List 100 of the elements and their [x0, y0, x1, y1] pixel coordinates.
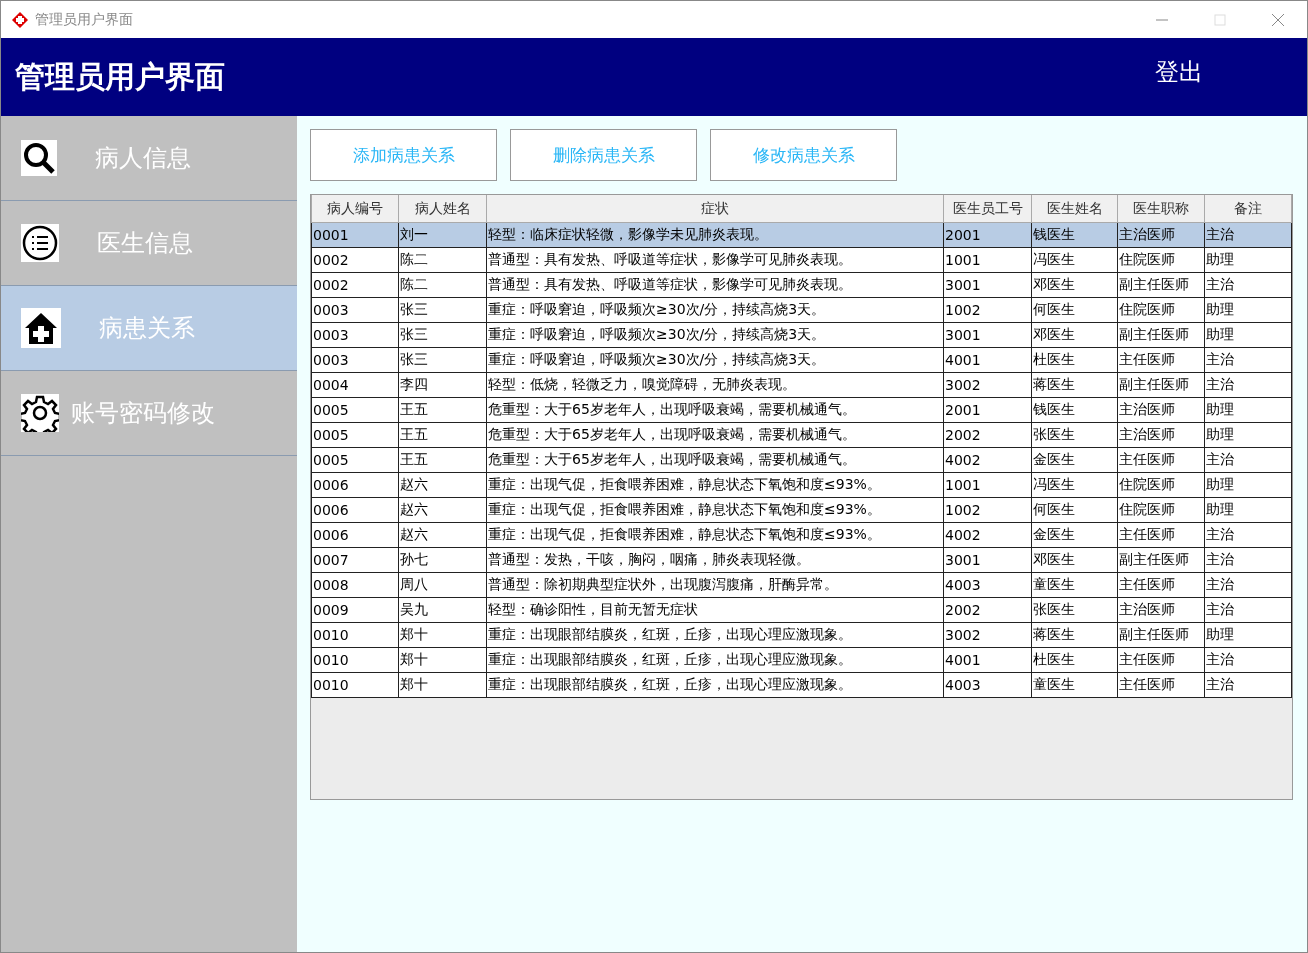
table-cell: 重症：呼吸窘迫，呼吸频次≥30次/分，持续高烧3天。: [486, 322, 944, 348]
table-cell: 重症：呼吸窘迫，呼吸频次≥30次/分，持续高烧3天。: [486, 297, 944, 323]
list-icon: [21, 224, 59, 262]
table-cell: 3001: [943, 547, 1032, 573]
table-cell: 李四: [398, 372, 487, 398]
table-cell: 主治: [1204, 647, 1292, 673]
table-cell: 重症：出现眼部结膜炎，红斑，丘疹，出现心理应激现象。: [486, 622, 944, 648]
table-cell: 金医生: [1031, 522, 1118, 548]
column-header[interactable]: 医生姓名: [1031, 195, 1118, 223]
table-cell: 吴九: [398, 597, 487, 623]
table-cell: 助理: [1204, 622, 1292, 648]
table-cell: 郑十: [398, 622, 487, 648]
table-cell: 赵六: [398, 522, 487, 548]
table-cell: 郑十: [398, 647, 487, 673]
table-cell: 张三: [398, 347, 487, 373]
table-cell: 0006: [311, 472, 399, 498]
table-cell: 何医生: [1031, 297, 1118, 323]
table-cell: 重症：出现气促，拒食喂养困难，静息状态下氧饱和度≤93%。: [486, 522, 944, 548]
table-cell: 主治: [1204, 222, 1292, 248]
table-cell: 轻型：低烧，轻微乏力，嗅觉障碍，无肺炎表现。: [486, 372, 944, 398]
page-title: 管理员用户界面: [15, 57, 225, 96]
table-cell: 0006: [311, 497, 399, 523]
table-cell: 主任医师: [1117, 672, 1205, 698]
table-cell: 0003: [311, 297, 399, 323]
table-cell: 3001: [943, 272, 1032, 298]
table-cell: 杜医生: [1031, 347, 1118, 373]
table-cell: 主任医师: [1117, 522, 1205, 548]
table-cell: 主治: [1204, 672, 1292, 698]
table-cell: 何医生: [1031, 497, 1118, 523]
table-cell: 钱医生: [1031, 222, 1118, 248]
table-cell: 助理: [1204, 472, 1292, 498]
table-cell: 普通型：具有发热、呼吸道等症状，影像学可见肺炎表现。: [486, 272, 944, 298]
table-cell: 童医生: [1031, 572, 1118, 598]
column-header[interactable]: 医生员工号: [943, 195, 1032, 223]
table-cell: 普通型：具有发热、呼吸道等症状，影像学可见肺炎表现。: [486, 247, 944, 273]
table-cell: 0007: [311, 547, 399, 573]
table-cell: 0003: [311, 347, 399, 373]
table-cell: 1001: [943, 247, 1032, 273]
table-cell: 主治医师: [1117, 597, 1205, 623]
table-cell: 主任医师: [1117, 572, 1205, 598]
table-cell: 钱医生: [1031, 397, 1118, 423]
table-cell: 住院医师: [1117, 497, 1205, 523]
table-cell: 陈二: [398, 272, 487, 298]
table-cell: 金医生: [1031, 447, 1118, 473]
table-cell: 4003: [943, 572, 1032, 598]
table-cell: 重症：出现眼部结膜炎，红斑，丘疹，出现心理应激现象。: [486, 672, 944, 698]
table-cell: 主治医师: [1117, 397, 1205, 423]
table-cell: 主治: [1204, 347, 1292, 373]
table-cell: 0005: [311, 447, 399, 473]
table-cell: 邓医生: [1031, 322, 1118, 348]
table-cell: 主任医师: [1117, 447, 1205, 473]
table-cell: 住院医师: [1117, 297, 1205, 323]
table-cell: 0010: [311, 672, 399, 698]
table-cell: 0002: [311, 247, 399, 273]
table-cell: 主任医师: [1117, 647, 1205, 673]
search-icon: [21, 140, 57, 176]
house-plus-icon: [21, 308, 61, 348]
column-header[interactable]: 病人编号: [311, 195, 399, 223]
table-cell: 张医生: [1031, 597, 1118, 623]
table-cell: 邓医生: [1031, 272, 1118, 298]
table-cell: 童医生: [1031, 672, 1118, 698]
table-cell: 0005: [311, 422, 399, 448]
table-cell: 主治: [1204, 447, 1292, 473]
table-cell: 住院医师: [1117, 247, 1205, 273]
table-cell: 0006: [311, 522, 399, 548]
column-header[interactable]: 医生职称: [1117, 195, 1205, 223]
table-cell: 2002: [943, 422, 1032, 448]
table-cell: 轻型：确诊阳性，目前无暂无症状: [486, 597, 944, 623]
table-cell: 副主任医师: [1117, 272, 1205, 298]
column-header[interactable]: 病人姓名: [398, 195, 487, 223]
table-cell: 主治: [1204, 522, 1292, 548]
table-cell: 助理: [1204, 497, 1292, 523]
table-cell: 3001: [943, 322, 1032, 348]
table-cell: 重症：出现眼部结膜炎，红斑，丘疹，出现心理应激现象。: [486, 647, 944, 673]
table-cell: 主治: [1204, 372, 1292, 398]
table-cell: 郑十: [398, 672, 487, 698]
table-cell: 助理: [1204, 322, 1292, 348]
table-cell: 重症：出现气促，拒食喂养困难，静息状态下氧饱和度≤93%。: [486, 497, 944, 523]
settings-icon: [21, 394, 59, 432]
table-cell: 张三: [398, 297, 487, 323]
table-cell: 2001: [943, 397, 1032, 423]
column-header[interactable]: 症状: [486, 195, 944, 223]
table-cell: 张医生: [1031, 422, 1118, 448]
table-cell: 1001: [943, 472, 1032, 498]
table-cell: 蒋医生: [1031, 622, 1118, 648]
table-cell: 周八: [398, 572, 487, 598]
table-cell: 王五: [398, 397, 487, 423]
column-header[interactable]: 备注: [1204, 195, 1292, 223]
table-cell: 4002: [943, 447, 1032, 473]
logout-button[interactable]: 登出: [1149, 55, 1209, 89]
table-cell: 刘一: [398, 222, 487, 248]
table-cell: 助理: [1204, 297, 1292, 323]
table-cell: 主治: [1204, 597, 1292, 623]
table-cell: 0010: [311, 622, 399, 648]
table-cell: 0008: [311, 572, 399, 598]
table-cell: 0004: [311, 372, 399, 398]
table-cell: 王五: [398, 447, 487, 473]
table-cell: 陈二: [398, 247, 487, 273]
table-cell: 主治: [1204, 572, 1292, 598]
table-cell: 1002: [943, 497, 1032, 523]
